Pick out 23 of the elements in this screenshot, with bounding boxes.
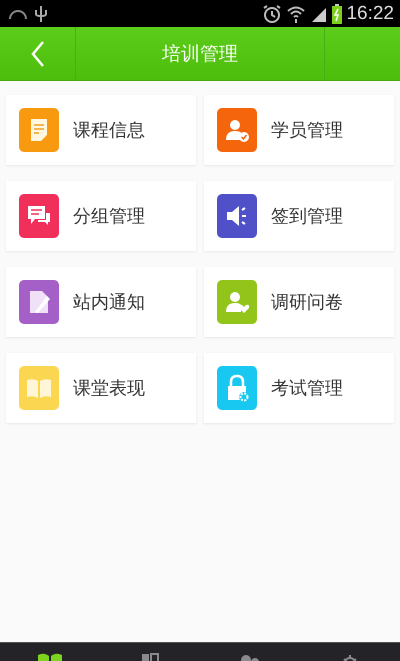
menu-tile[interactable]: 考试管理 (204, 353, 394, 423)
tile-label: 调研问卷 (271, 291, 343, 314)
tile-label: 课堂表现 (73, 377, 145, 400)
menu-tile[interactable]: 学员管理 (204, 95, 394, 165)
battery-icon (332, 4, 342, 24)
menu-tile[interactable]: 课堂表现 (6, 353, 196, 423)
menu-tile[interactable]: 调研问卷 (204, 267, 394, 337)
menu-tile[interactable]: 签到管理 (204, 181, 394, 251)
page-title: 培训管理 (161, 42, 239, 66)
tile-label: 学员管理 (271, 119, 343, 142)
wifi-icon (286, 4, 306, 24)
usb-icon (34, 4, 48, 22)
tile-label: 分组管理 (73, 205, 145, 228)
menu-tile[interactable]: 分组管理 (6, 181, 196, 251)
alarm-icon (262, 4, 282, 24)
menu-tile[interactable]: 课程信息 (6, 95, 196, 165)
clock: 16:22 (346, 2, 394, 24)
tile-label: 签到管理 (271, 205, 343, 228)
tile-label: 考试管理 (271, 377, 343, 400)
tile-label: 课程信息 (73, 119, 145, 142)
menu-tile[interactable]: 站内通知 (6, 267, 196, 337)
back-icon (30, 40, 46, 68)
tile-label: 站内通知 (73, 291, 145, 314)
